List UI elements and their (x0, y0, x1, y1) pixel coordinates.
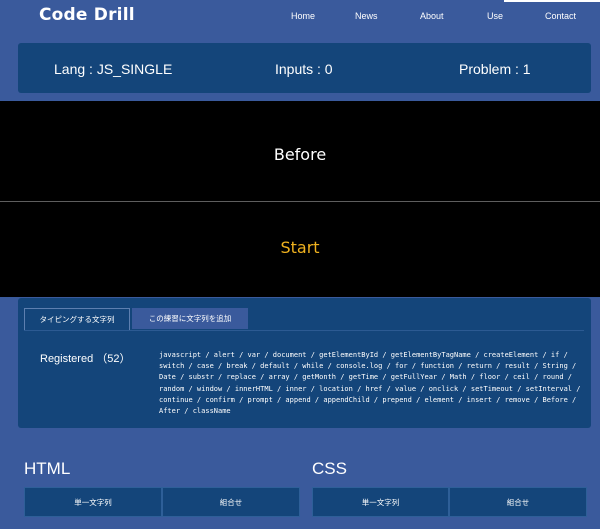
css-combination-button[interactable]: 組合せ (449, 487, 587, 517)
css-section-title: CSS (312, 459, 347, 478)
html-single-string-button[interactable]: 単一文字列 (24, 487, 162, 517)
nav-accent-line (504, 0, 600, 2)
nav-news[interactable]: News (355, 11, 378, 21)
start-button[interactable]: Start (0, 238, 600, 257)
word-list-panel: タイピングする文字列 この練習に文字列を追加 Registered （52） j… (18, 298, 591, 428)
registered-words: javascript / alert / var / document / ge… (159, 351, 581, 416)
nav-home[interactable]: Home (291, 11, 315, 21)
tab-add-strings[interactable]: この練習に文字列を追加 (132, 308, 248, 329)
css-single-string-button[interactable]: 単一文字列 (312, 487, 449, 517)
brand-logo[interactable]: Code Drill (39, 5, 135, 25)
nav-about[interactable]: About (420, 11, 444, 21)
problem-stat: Problem : 1 (459, 61, 531, 77)
panel-tabs: タイピングする文字列 この練習に文字列を追加 (24, 308, 584, 331)
top-navbar: Code Drill Home News About Use Contact (0, 0, 600, 38)
stats-bar: Lang : JS_SINGLE Inputs : 0 Problem : 1 (18, 43, 591, 93)
html-combination-button[interactable]: 組合せ (162, 487, 300, 517)
prompt-text: Before (273, 145, 327, 164)
inputs-stat: Inputs : 0 (275, 61, 333, 77)
typing-stage: Before Start (0, 101, 600, 297)
tab-typing-strings[interactable]: タイピングする文字列 (24, 308, 130, 330)
registered-count: Registered （52） (40, 353, 131, 365)
lang-stat: Lang : JS_SINGLE (54, 61, 173, 77)
nav-contact[interactable]: Contact (545, 11, 576, 21)
nav-use[interactable]: Use (487, 11, 503, 21)
stage-divider (0, 201, 600, 202)
html-section-title: HTML (24, 459, 71, 478)
